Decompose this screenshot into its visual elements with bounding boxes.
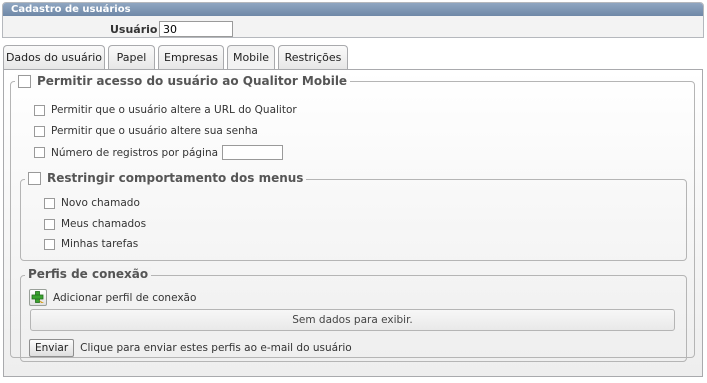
profiles-empty-message: Sem dados para exibir.: [30, 309, 675, 331]
user-label: Usuário :: [110, 23, 166, 36]
mobile-access-legend: Permitir acesso do usuário ao Qualitor M…: [15, 74, 351, 88]
tab-content: Permitir acesso do usuário ao Qualitor M…: [3, 69, 703, 377]
menu-meus-checkbox[interactable]: [44, 218, 55, 230]
tab-empresas[interactable]: Empresas: [158, 45, 224, 69]
records-per-page-input[interactable]: [222, 145, 284, 160]
menu-meus-label: Meus chamados: [61, 218, 147, 230]
send-button[interactable]: Enviar: [29, 339, 75, 357]
menu-option-novo: Novo chamado: [44, 197, 140, 209]
menu-novo-checkbox[interactable]: [44, 197, 55, 209]
menu-tarefas-checkbox[interactable]: [44, 238, 55, 250]
option-url-label: Permitir que o usuário altere a URL do Q…: [51, 104, 297, 116]
menu-option-tarefas: Minhas tarefas: [44, 238, 138, 250]
send-hint: Clique para enviar estes perfis ao e-mai…: [80, 342, 352, 354]
tab-mobile[interactable]: Mobile: [227, 45, 275, 70]
menu-novo-label: Novo chamado: [61, 197, 140, 209]
option-records-checkbox[interactable]: [34, 147, 45, 158]
user-header-panel: Cadastro de usuários Usuário :: [2, 2, 704, 38]
send-row: Enviar Clique para enviar estes perfis a…: [29, 339, 352, 357]
user-row: Usuário :: [3, 20, 703, 37]
mobile-access-checkbox[interactable]: [18, 74, 31, 88]
option-url-checkbox[interactable]: [34, 104, 45, 116]
menus-checkbox[interactable]: [28, 171, 41, 185]
option-password: Permitir que o usuário altere sua senha: [34, 125, 258, 137]
mobile-access-title: Permitir acesso do usuário ao Qualitor M…: [37, 74, 348, 88]
option-password-checkbox[interactable]: [34, 125, 45, 137]
profiles-body: Adicionar perfil de conexão Sem dados pa…: [20, 275, 687, 362]
menus-legend: Restringir comportamento dos menus: [25, 171, 307, 185]
user-id-input[interactable]: [159, 21, 233, 37]
option-password-label: Permitir que o usuário altere sua senha: [51, 125, 258, 137]
option-records: Número de registros por página: [34, 145, 284, 160]
panel-title: Cadastro de usuários: [3, 3, 703, 16]
option-records-label: Número de registros por página: [51, 146, 219, 159]
menus-title: Restringir comportamento dos menus: [47, 171, 304, 185]
add-profile-icon[interactable]: [29, 289, 47, 306]
tab-restricoes[interactable]: Restrições: [278, 45, 348, 69]
option-url: Permitir que o usuário altere a URL do Q…: [34, 104, 297, 116]
add-profile-row: Adicionar perfil de conexão: [29, 289, 196, 306]
menu-option-meus: Meus chamados: [44, 218, 146, 230]
add-profile-label[interactable]: Adicionar perfil de conexão: [53, 292, 196, 304]
tab-papel[interactable]: Papel: [108, 45, 155, 69]
tab-dados-do-usuario[interactable]: Dados do usuário: [3, 45, 105, 69]
menu-tarefas-label: Minhas tarefas: [61, 238, 139, 250]
